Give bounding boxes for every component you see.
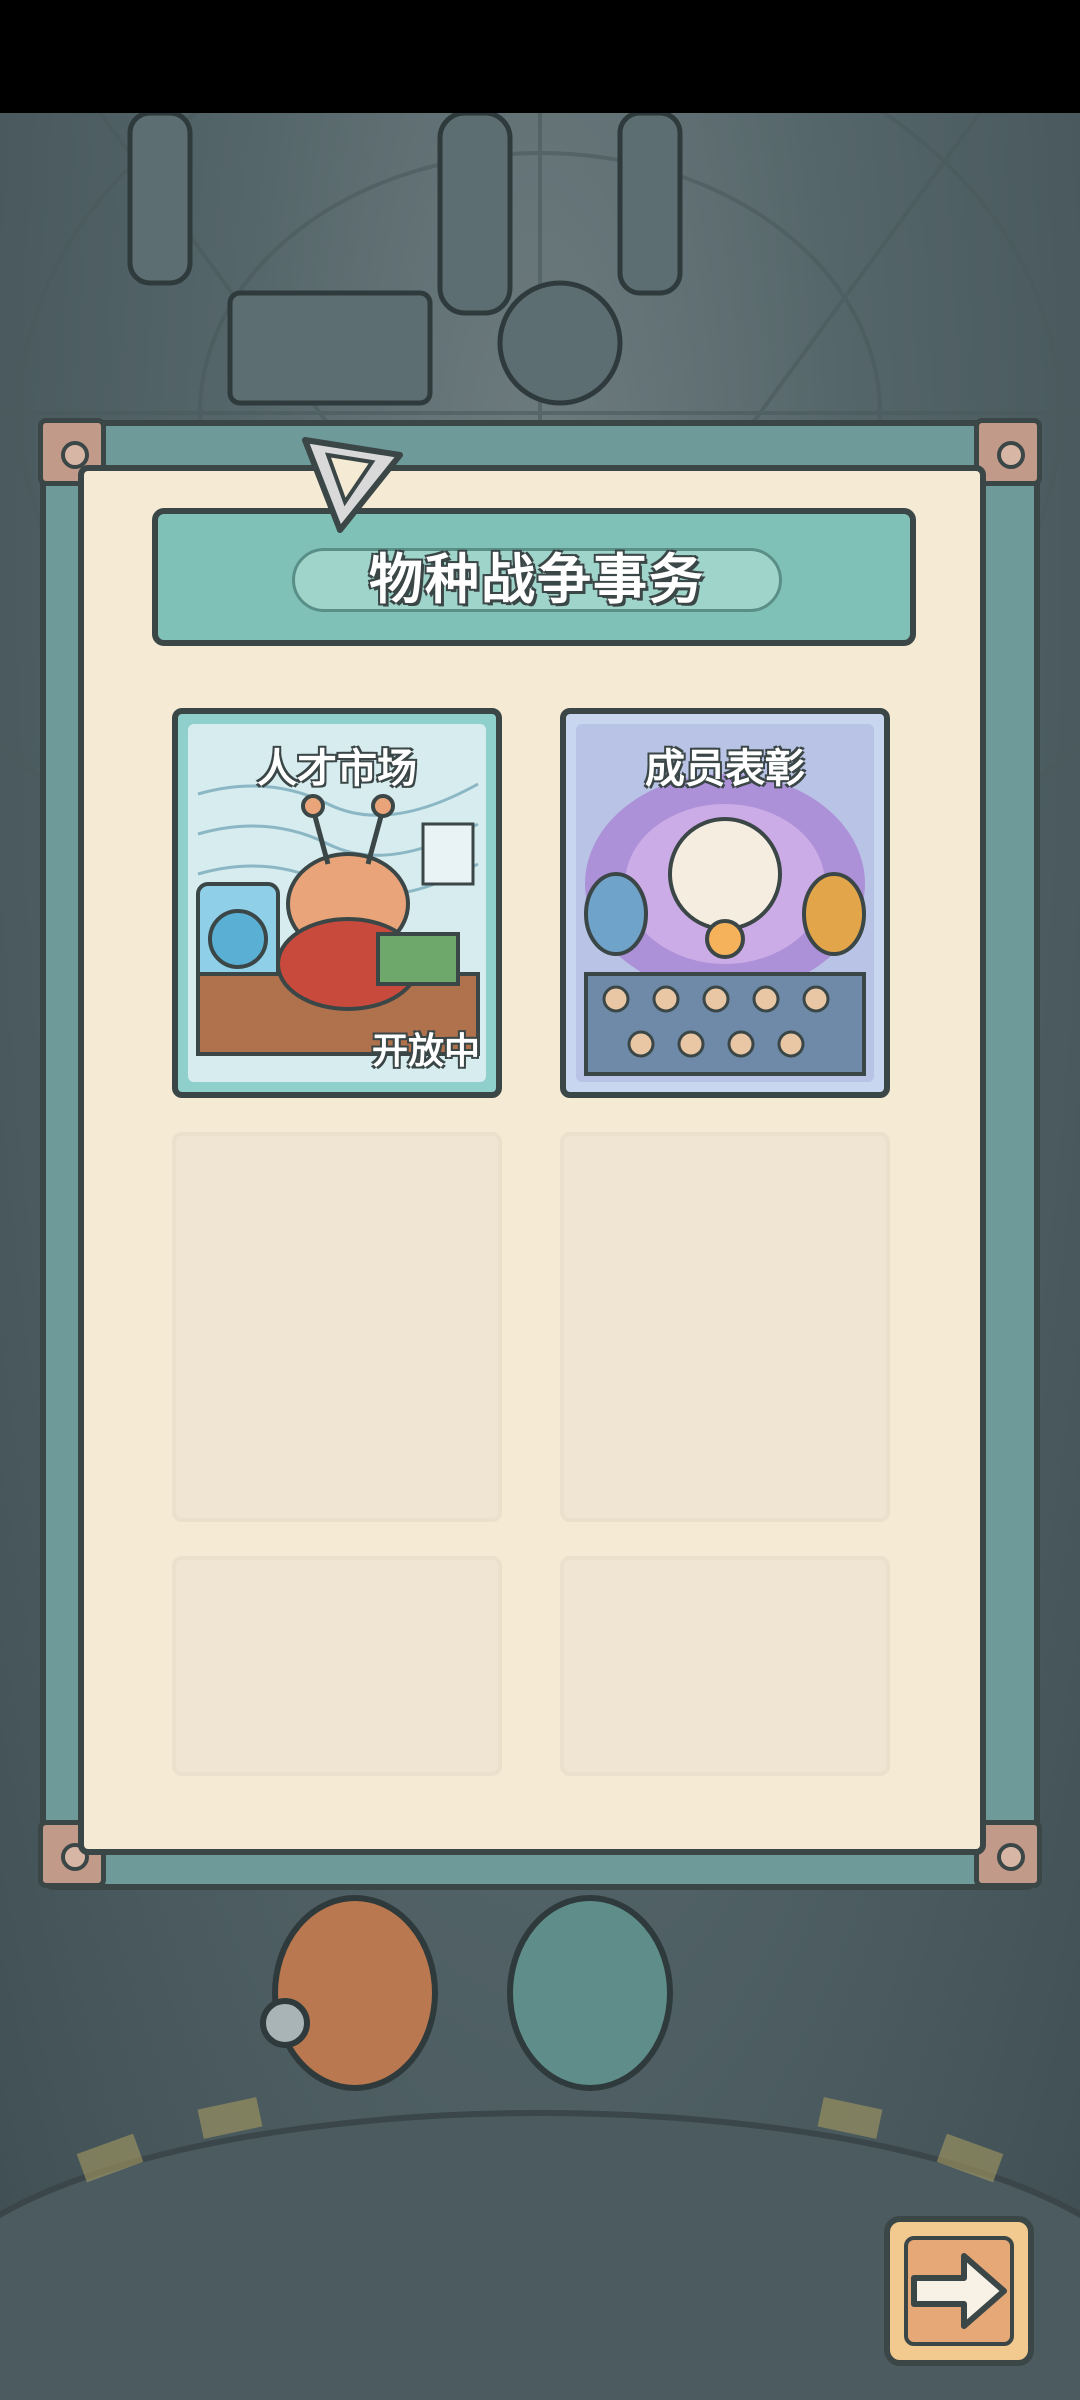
empty-card-slot	[560, 1132, 890, 1522]
panel-title: 物种战争事务	[369, 548, 705, 611]
next-button[interactable]	[884, 2216, 1034, 2366]
empty-card-slot	[172, 1132, 502, 1522]
status-bar	[0, 0, 1080, 113]
card-member-commendation[interactable]: 成员表彰	[560, 708, 890, 1098]
empty-card-slot	[560, 1556, 890, 1776]
card-talent-market[interactable]: 人才市场 开放中	[172, 708, 502, 1098]
empty-card-slot	[172, 1556, 502, 1776]
card-status: 开放中	[371, 1031, 480, 1072]
triangle-pin-icon	[302, 437, 403, 533]
card-title: 人才市场	[257, 746, 417, 792]
arrow-right-icon	[911, 2253, 1007, 2329]
card-title: 成员表彰	[645, 746, 805, 792]
